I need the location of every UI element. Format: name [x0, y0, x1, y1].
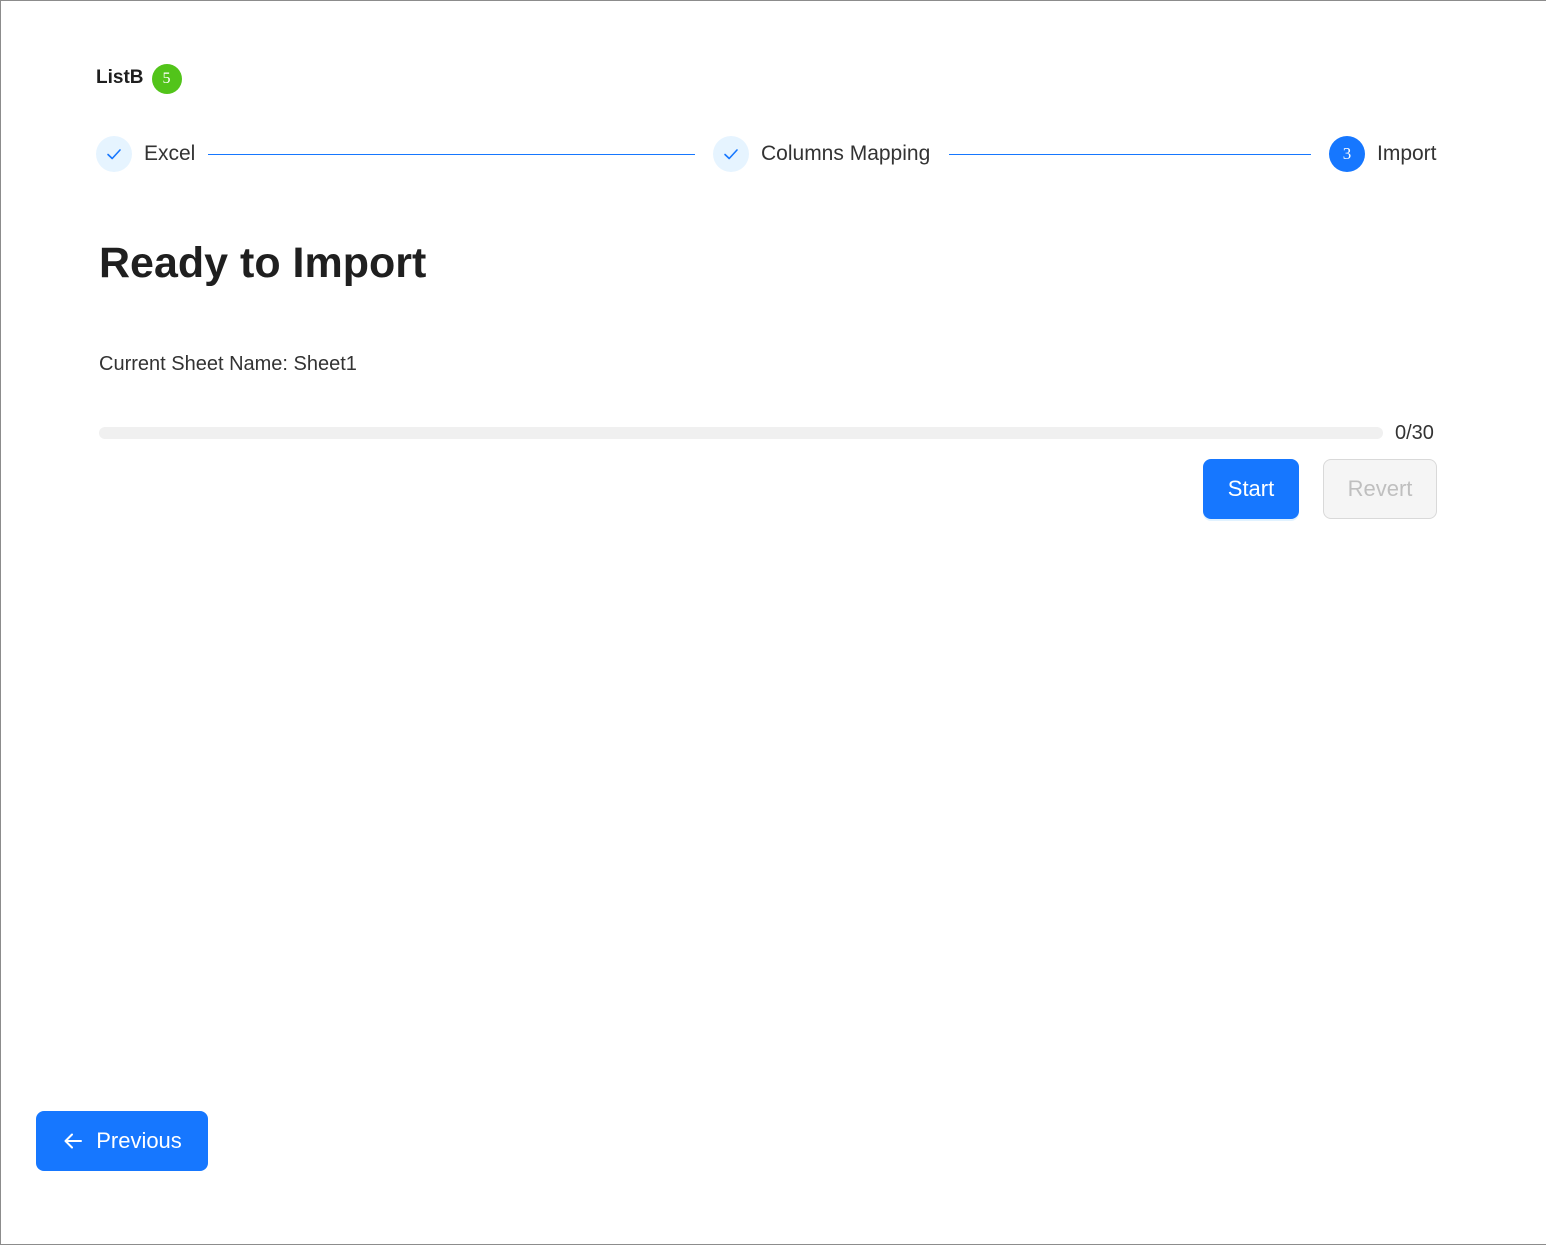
start-button[interactable]: Start — [1203, 459, 1299, 519]
step-connector — [208, 154, 695, 155]
step-connector — [949, 154, 1311, 155]
step-excel[interactable]: Excel — [96, 136, 195, 172]
list-name: ListB — [96, 67, 144, 88]
step-number: 3 — [1329, 136, 1365, 172]
page-title: Ready to Import — [99, 239, 427, 287]
check-icon — [713, 136, 749, 172]
check-icon — [96, 136, 132, 172]
revert-button[interactable]: Revert — [1323, 459, 1437, 519]
arrow-left-icon — [62, 1130, 84, 1152]
list-header: ListB 5 — [96, 62, 182, 94]
step-columns-mapping[interactable]: Columns Mapping — [713, 136, 930, 172]
count-badge: 5 — [151, 64, 182, 94]
progress-count: 0/30 — [1395, 422, 1434, 444]
previous-button[interactable]: Previous — [36, 1111, 208, 1171]
import-page: ListB 5 Excel Columns Mapping 3 Import R… — [0, 0, 1546, 1245]
step-label: Excel — [144, 142, 196, 165]
step-import[interactable]: 3 Import — [1329, 136, 1437, 172]
step-label: Columns Mapping — [761, 142, 931, 165]
previous-label: Previous — [96, 1128, 182, 1153]
steps-progress: Excel Columns Mapping 3 Import — [96, 136, 1441, 172]
step-label: Import — [1377, 142, 1437, 165]
current-sheet-name: Current Sheet Name: Sheet1 — [99, 353, 357, 375]
import-progress-bar — [99, 427, 1383, 439]
